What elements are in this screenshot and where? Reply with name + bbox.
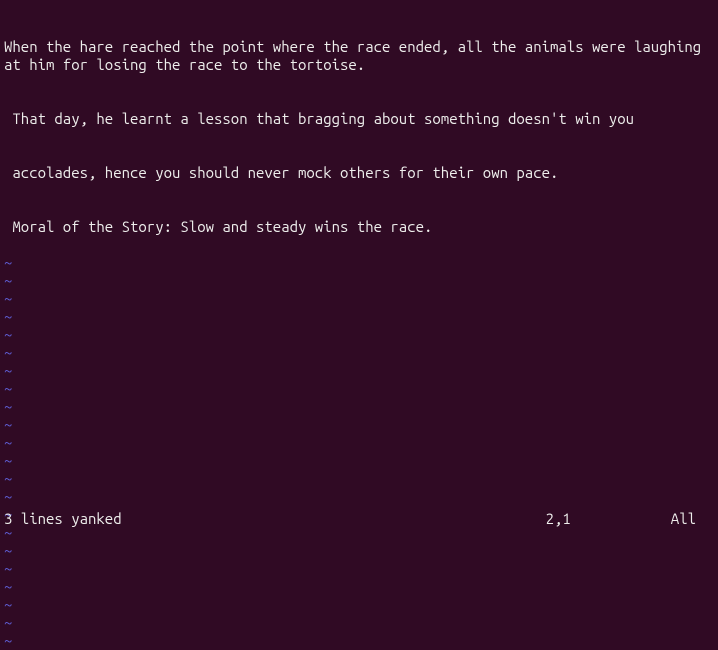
tilde-line: ~ bbox=[4, 380, 714, 398]
cursor-position: 2,1 bbox=[546, 510, 571, 528]
tilde-line: ~ bbox=[4, 308, 714, 326]
tilde-line: ~ bbox=[4, 434, 714, 452]
tilde-line: ~ bbox=[4, 362, 714, 380]
tilde-line: ~ bbox=[4, 578, 714, 596]
status-bar: 3 lines yanked 2,1 All bbox=[0, 508, 718, 530]
tilde-line: ~ bbox=[4, 560, 714, 578]
tilde-line: ~ bbox=[4, 416, 714, 434]
tilde-line: ~ bbox=[4, 272, 714, 290]
tilde-line: ~ bbox=[4, 542, 714, 560]
tilde-line: ~ bbox=[4, 452, 714, 470]
text-line: That day, he learnt a lesson that braggi… bbox=[4, 110, 714, 128]
tilde-line: ~ bbox=[4, 596, 714, 614]
scroll-position: All bbox=[671, 510, 696, 528]
tilde-line: ~ bbox=[4, 398, 714, 416]
tilde-line: ~ bbox=[4, 326, 714, 344]
text-line: When the hare reached the point where th… bbox=[4, 38, 714, 74]
tilde-line: ~ bbox=[4, 254, 714, 272]
tilde-line: ~ bbox=[4, 632, 714, 650]
status-message: 3 lines yanked bbox=[4, 510, 122, 528]
tilde-line: ~ bbox=[4, 470, 714, 488]
text-line: accolades, hence you should never mock o… bbox=[4, 164, 714, 182]
text-line: Moral of the Story: Slow and steady wins… bbox=[4, 218, 714, 236]
tilde-line: ~ bbox=[4, 344, 714, 362]
tilde-line: ~ bbox=[4, 290, 714, 308]
tilde-line: ~ bbox=[4, 614, 714, 632]
editor-buffer[interactable]: When the hare reached the point where th… bbox=[0, 0, 718, 254]
tilde-line: ~ bbox=[4, 488, 714, 506]
empty-buffer-area: ~ ~ ~ ~ ~ ~ ~ ~ ~ ~ ~ ~ ~ ~ ~ ~ ~ ~ ~ ~ … bbox=[0, 254, 718, 650]
